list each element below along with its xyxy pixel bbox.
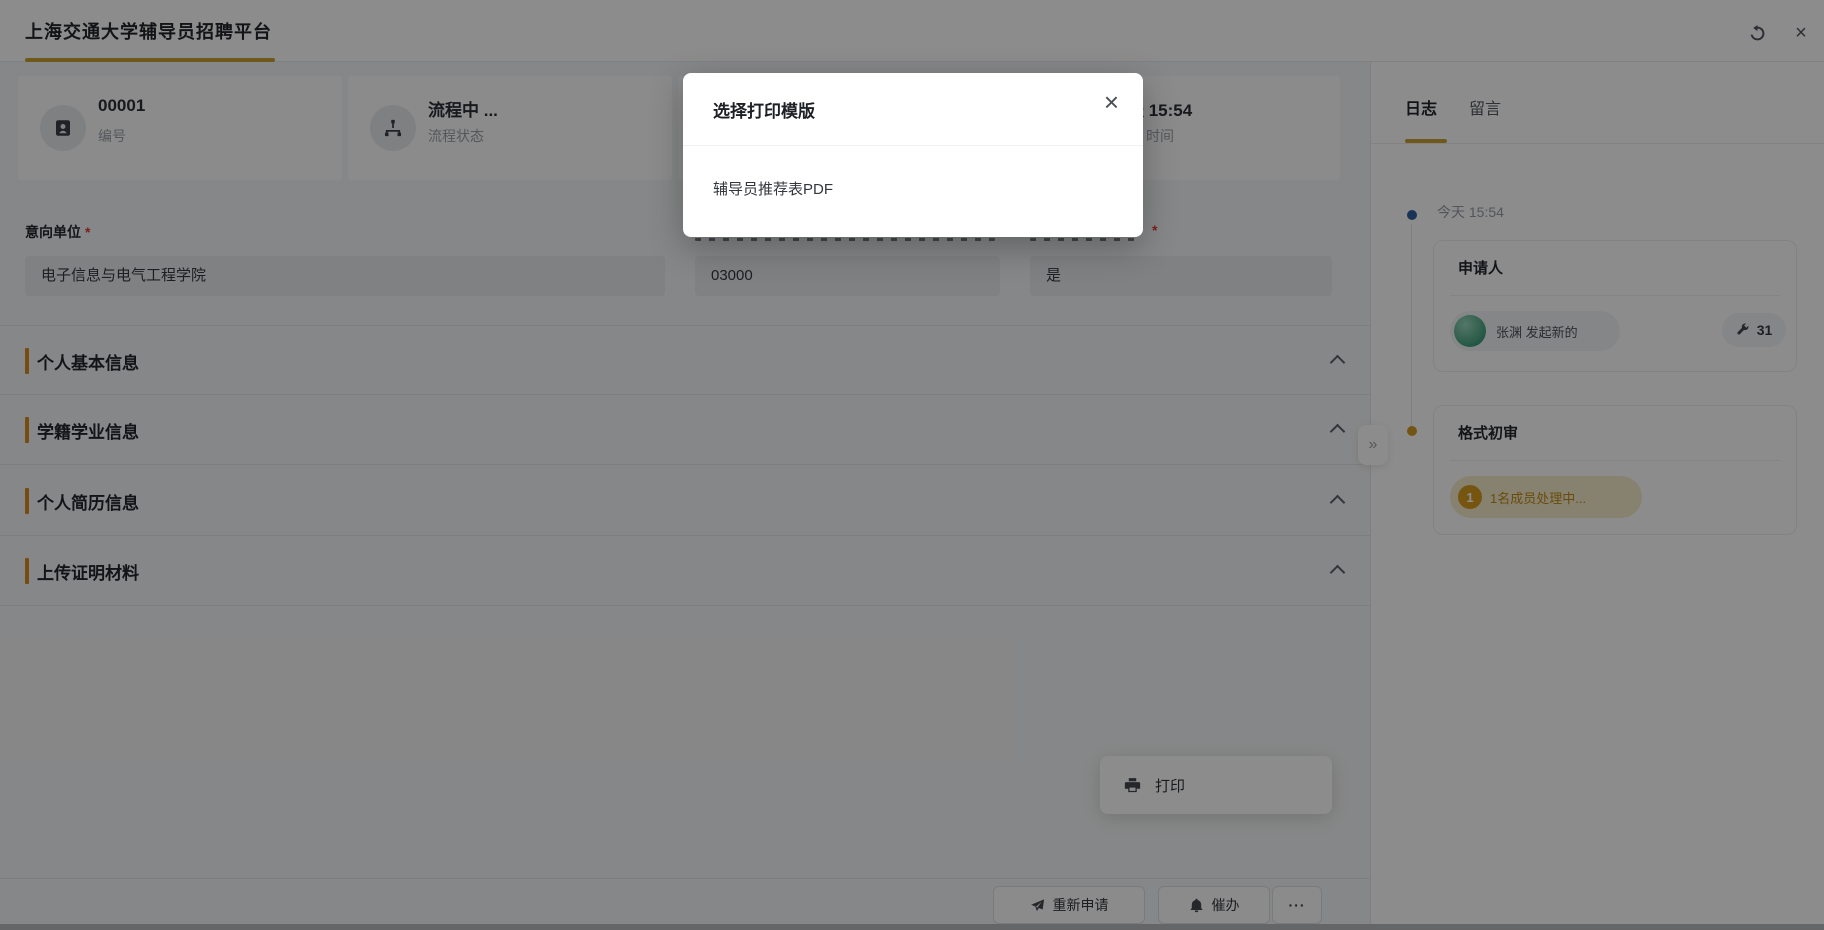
modal-divider bbox=[683, 145, 1143, 146]
modal-close-icon[interactable]: × bbox=[1104, 89, 1119, 115]
app-window: 上海交通大学辅导员招聘平台 × 00001 编号 bbox=[0, 0, 1824, 930]
modal-title: 选择打印模版 bbox=[713, 97, 815, 122]
print-template-modal: 选择打印模版 × 辅导员推荐表PDF bbox=[683, 73, 1143, 237]
print-template-option[interactable]: 辅导员推荐表PDF bbox=[713, 175, 833, 205]
